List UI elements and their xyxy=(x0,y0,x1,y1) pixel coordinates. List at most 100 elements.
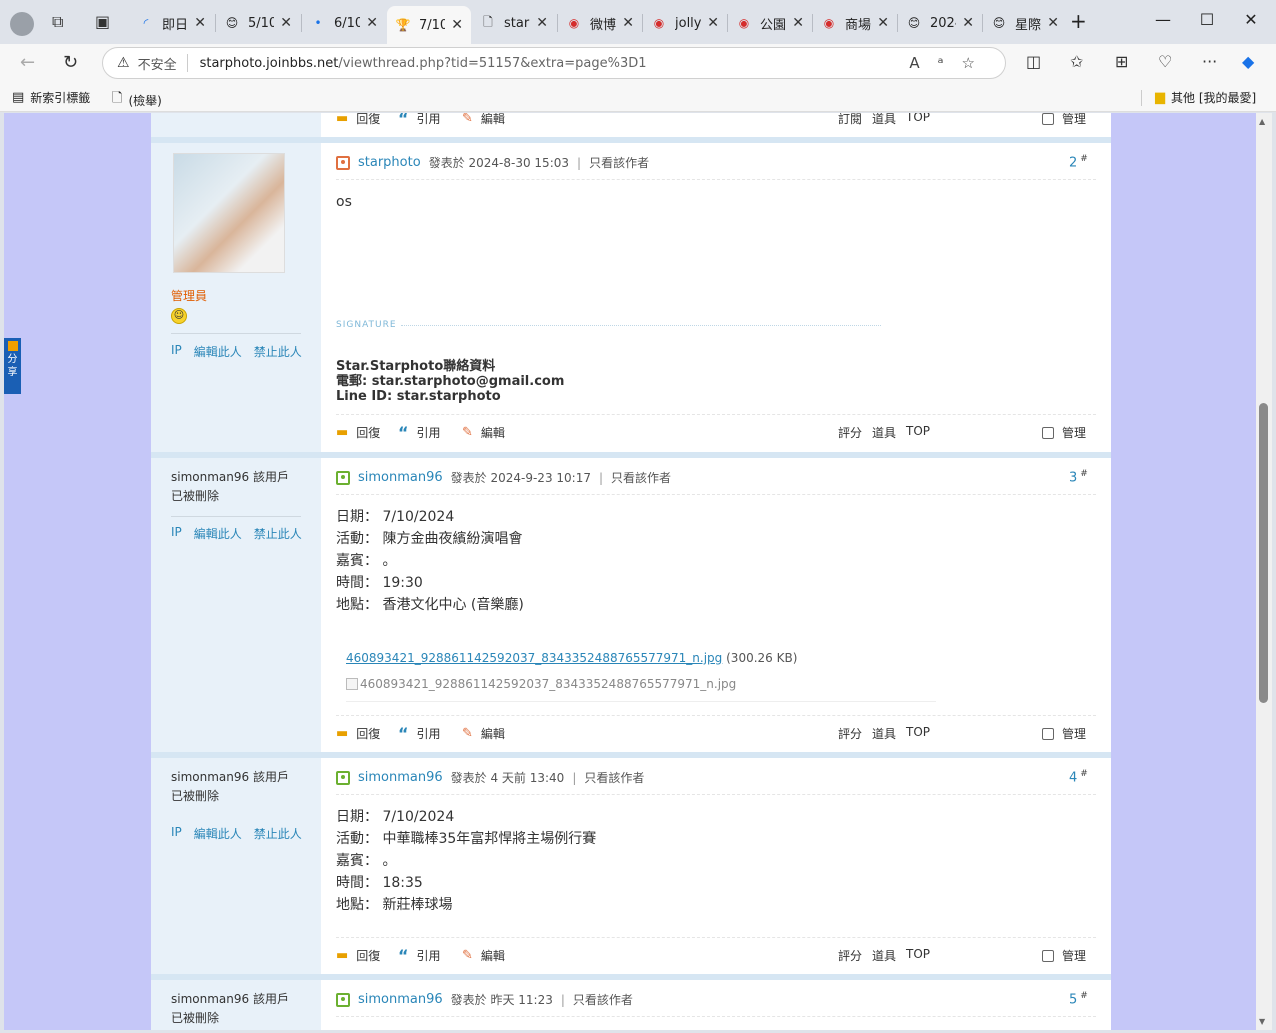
workspaces-icon[interactable]: ⧉ xyxy=(52,12,63,32)
refresh-icon[interactable]: ↻ xyxy=(63,52,78,73)
close-icon[interactable]: ✕ xyxy=(366,15,378,31)
close-icon[interactable]: ✕ xyxy=(792,15,804,31)
edit-button[interactable]: ✎ 編輯 xyxy=(462,725,505,742)
edit-user-link[interactable]: 編輯此人 xyxy=(194,525,242,542)
author-link[interactable]: simonman96 xyxy=(358,770,443,785)
edit-button[interactable]: ✎ 編輯 xyxy=(462,113,505,127)
ban-user-link[interactable]: 禁止此人 xyxy=(254,825,302,842)
share-button[interactable]: 分享 xyxy=(4,338,21,394)
tab-3-active[interactable]: 🏆 7/10 ✕ xyxy=(387,6,471,44)
close-icon[interactable]: ✕ xyxy=(451,17,463,33)
subscribe-button[interactable]: 訂閱 xyxy=(838,113,862,127)
only-author-link[interactable]: 只看該作者 xyxy=(589,154,649,171)
browser-essentials-icon[interactable]: ♡ xyxy=(1158,52,1172,71)
ip-link[interactable]: IP xyxy=(171,525,182,542)
quote-button[interactable]: “引用 xyxy=(398,424,441,441)
close-icon[interactable]: ✕ xyxy=(707,15,719,31)
manage-checkbox[interactable]: 管理 xyxy=(1042,725,1086,742)
reply-button[interactable]: ▬ 回復 xyxy=(336,947,380,964)
back-icon[interactable]: ← xyxy=(20,52,35,73)
bookmark-report[interactable]: 🗋 (檢舉) xyxy=(112,89,162,111)
close-icon[interactable]: ✕ xyxy=(622,15,634,31)
author-link[interactable]: simonman96 xyxy=(358,470,443,485)
ban-user-link[interactable]: 禁止此人 xyxy=(254,343,302,360)
other-favorites[interactable]: ▆ 其他 [我的最愛] xyxy=(1155,89,1256,106)
only-author-link[interactable]: 只看該作者 xyxy=(573,991,633,1008)
tab-10[interactable]: 😊 星際 ✕ xyxy=(983,6,1067,40)
close-icon[interactable]: ✕ xyxy=(1047,15,1059,31)
tools-button[interactable]: 道具 xyxy=(872,947,896,964)
scroll-up-icon[interactable]: ▲ xyxy=(1259,117,1265,126)
address-bar[interactable]: ⚠ 不安全 starphoto.joinbbs.net/viewthread.p… xyxy=(102,47,1006,79)
tab-2[interactable]: • 6/10 ✕ xyxy=(302,6,386,40)
edit-user-link[interactable]: 編輯此人 xyxy=(194,343,242,360)
insecure-label[interactable]: 不安全 xyxy=(138,54,177,73)
reply-button[interactable]: ▬ 回復 xyxy=(336,113,380,127)
only-author-link[interactable]: 只看該作者 xyxy=(584,769,644,786)
rate-button[interactable]: 評分 xyxy=(838,424,862,441)
edit-button[interactable]: ✎ 編輯 xyxy=(462,424,505,441)
tab-0[interactable]: ◜ 即日 ✕ xyxy=(130,6,214,40)
edit-button[interactable]: ✎ 編輯 xyxy=(462,947,505,964)
tab-5[interactable]: ◉ 微博 ✕ xyxy=(558,6,642,40)
favorite-star-icon[interactable]: ☆ xyxy=(962,54,993,72)
top-button[interactable]: TOP xyxy=(906,113,930,124)
quote-button[interactable]: “引用 xyxy=(398,947,441,964)
rate-button[interactable]: 評分 xyxy=(838,725,862,742)
scroll-down-icon[interactable]: ▼ xyxy=(1259,1017,1265,1026)
close-icon[interactable]: ✕ xyxy=(194,15,206,31)
read-aloud-icon[interactable]: Aᵃ xyxy=(909,54,961,72)
tab-7[interactable]: ◉ 公園 ✕ xyxy=(728,6,812,40)
floor-number[interactable]: 2 # xyxy=(1069,154,1088,170)
ban-user-link[interactable]: 禁止此人 xyxy=(254,525,302,542)
tools-button[interactable]: 道具 xyxy=(872,424,896,441)
floor-number[interactable]: 4 # xyxy=(1069,769,1088,785)
attachment-image[interactable]: 460893421_928861142592037_83433524887655… xyxy=(346,677,736,691)
floor-number[interactable]: 5 # xyxy=(1069,991,1088,1007)
close-icon[interactable]: ✕ xyxy=(536,15,548,31)
scrollbar-thumb[interactable] xyxy=(1259,403,1268,703)
author-link[interactable]: simonman96 xyxy=(358,992,443,1007)
manage-checkbox[interactable]: 管理 xyxy=(1042,947,1086,964)
maximize-icon[interactable]: ☐ xyxy=(1192,10,1222,29)
tab-6[interactable]: ◉ jolly ✕ xyxy=(643,6,727,40)
warning-icon[interactable]: ⚠ xyxy=(117,55,130,71)
quote-button[interactable]: “引用 xyxy=(398,725,441,742)
copilot-icon[interactable]: ◆ xyxy=(1242,52,1254,71)
ip-link[interactable]: IP xyxy=(171,343,182,360)
tab-9[interactable]: 😊2024✕ xyxy=(898,6,982,40)
new-tab-button[interactable]: + xyxy=(1070,9,1087,33)
top-button[interactable]: TOP xyxy=(906,424,930,438)
reply-button[interactable]: ▬ 回復 xyxy=(336,725,380,742)
author-link[interactable]: starphoto xyxy=(358,155,421,170)
favorites-icon[interactable]: ✩ xyxy=(1070,52,1083,71)
avatar[interactable] xyxy=(173,153,285,273)
tab-1[interactable]: 😊 5/10 ✕ xyxy=(216,6,300,40)
collections-icon[interactable]: ⊞ xyxy=(1115,52,1128,71)
rate-button[interactable]: 評分 xyxy=(838,947,862,964)
close-window-icon[interactable]: ✕ xyxy=(1236,10,1266,29)
floor-number[interactable]: 3 # xyxy=(1069,469,1088,485)
tab-actions-icon[interactable]: ▣ xyxy=(95,12,110,31)
tools-button[interactable]: 道具 xyxy=(872,113,896,127)
close-icon[interactable]: ✕ xyxy=(962,15,974,31)
tab-8[interactable]: ◉ 商場 ✕ xyxy=(813,6,897,40)
tools-button[interactable]: 道具 xyxy=(872,725,896,742)
top-button[interactable]: TOP xyxy=(906,947,930,961)
profile-avatar-icon[interactable] xyxy=(10,12,34,36)
scrollbar[interactable]: ▲ ▼ xyxy=(1256,113,1272,1030)
edit-user-link[interactable]: 編輯此人 xyxy=(194,825,242,842)
quote-button[interactable]: “引用 xyxy=(398,113,441,127)
bookmark-new-tab[interactable]: ▤ 新索引標籤 xyxy=(12,89,90,106)
minimize-icon[interactable]: — xyxy=(1148,10,1178,29)
close-icon[interactable]: ✕ xyxy=(877,15,889,31)
top-button[interactable]: TOP xyxy=(906,725,930,739)
manage-checkbox[interactable]: 管理 xyxy=(1042,424,1086,441)
more-menu-icon[interactable]: ··· xyxy=(1202,52,1217,71)
split-screen-icon[interactable]: ◫ xyxy=(1026,52,1041,71)
attachment-link[interactable]: 460893421_928861142592037_83433524887655… xyxy=(346,651,722,665)
manage-checkbox[interactable]: 管理 xyxy=(1042,113,1086,127)
ip-link[interactable]: IP xyxy=(171,825,182,842)
tab-4[interactable]: 🗋starp✕ xyxy=(472,6,556,40)
reply-button[interactable]: ▬ 回復 xyxy=(336,424,380,441)
